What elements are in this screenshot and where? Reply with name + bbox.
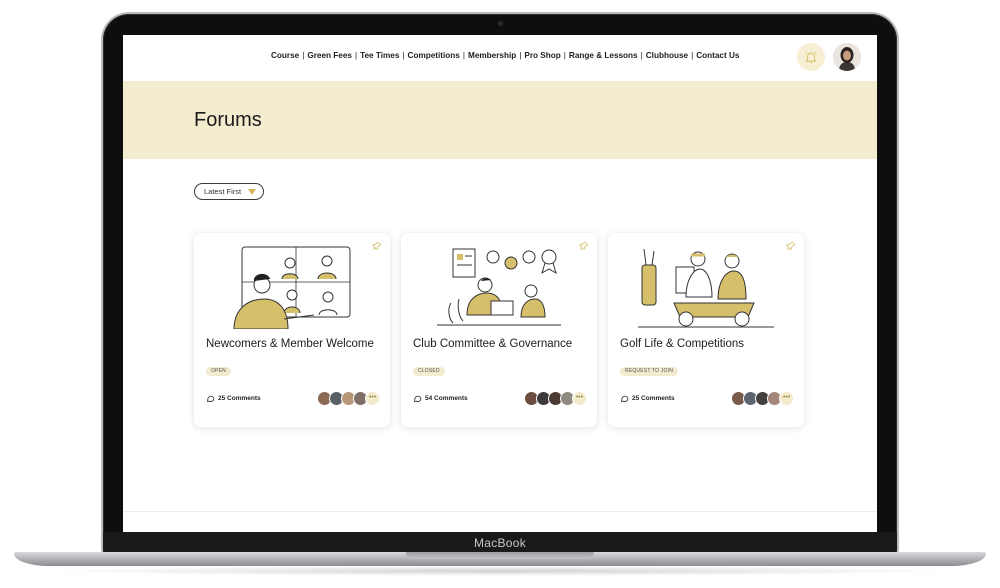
- video-meeting-illustration: [233, 246, 351, 329]
- comment-count[interactable]: 54 Comments: [413, 394, 468, 403]
- nav-separator: |: [302, 51, 305, 60]
- comment-count[interactable]: 25 Comments: [620, 394, 675, 403]
- nav-separator: |: [563, 51, 566, 60]
- comment-icon: [206, 395, 215, 402]
- avatar-image: [833, 43, 861, 71]
- laptop-shadow: [40, 566, 960, 576]
- nav-contact-us[interactable]: Contact Us: [696, 51, 739, 60]
- more-avatars-icon: •••: [572, 391, 587, 406]
- comment-count-label: 25 Comments: [632, 395, 675, 402]
- laptop-bezel-bottom: MacBook: [103, 532, 897, 554]
- forum-card-golf-life[interactable]: Golf Life & Competitions REQUEST TO JOIN…: [608, 233, 804, 427]
- nav-tee-times[interactable]: Tee Times: [360, 51, 399, 60]
- comment-count[interactable]: 25 Comments: [206, 394, 261, 403]
- laptop-notch: [406, 552, 594, 559]
- forum-card-newcomers[interactable]: Newcomers & Member Welcome OPEN 25 Comme…: [194, 233, 390, 427]
- nav-separator: |: [640, 51, 643, 60]
- notification-button[interactable]: [797, 43, 825, 71]
- nav-clubhouse[interactable]: Clubhouse: [646, 51, 688, 60]
- laptop-lid: Course | Green Fees | Tee Times | Compet…: [103, 14, 897, 554]
- nav-separator: |: [519, 51, 522, 60]
- nav-separator: |: [691, 51, 694, 60]
- laptop-screen: Course | Green Fees | Tee Times | Compet…: [123, 35, 877, 532]
- comment-icon: [413, 395, 422, 402]
- more-avatars-icon: •••: [779, 391, 794, 406]
- member-avatars[interactable]: •••: [524, 391, 587, 406]
- page-hero: Forums: [123, 81, 877, 159]
- committee-illustration: [437, 248, 561, 326]
- nav-green-fees[interactable]: Green Fees: [307, 51, 352, 60]
- forum-title[interactable]: Newcomers & Member Welcome: [206, 338, 374, 350]
- golf-cart-illustration: [638, 248, 774, 328]
- comment-count-label: 54 Comments: [425, 395, 468, 402]
- status-badge: CLOSED: [413, 367, 445, 376]
- device-brand-label: MacBook: [473, 536, 527, 550]
- nav-competitions[interactable]: Competitions: [408, 51, 460, 60]
- nav-separator: |: [354, 51, 358, 60]
- pin-icon[interactable]: [786, 241, 796, 251]
- bell-icon: [805, 52, 817, 63]
- nav-separator: |: [402, 51, 405, 60]
- pin-icon[interactable]: [579, 241, 589, 251]
- forum-title[interactable]: Golf Life & Competitions: [620, 338, 744, 350]
- page-title: Forums: [194, 109, 262, 131]
- main-nav: Course | Green Fees | Tee Times | Compet…: [271, 51, 739, 60]
- member-avatars[interactable]: •••: [731, 391, 794, 406]
- forum-title[interactable]: Club Committee & Governance: [413, 338, 572, 350]
- member-avatars[interactable]: •••: [317, 391, 380, 406]
- forum-card-committee[interactable]: Club Committee & Governance CLOSED 54 Co…: [401, 233, 597, 427]
- status-badge: REQUEST TO JOIN: [620, 367, 679, 376]
- comment-count-label: 25 Comments: [218, 395, 261, 402]
- sort-dropdown[interactable]: Latest First: [194, 183, 264, 200]
- sort-label: Latest First: [204, 187, 242, 196]
- pin-icon[interactable]: [372, 241, 382, 251]
- user-avatar[interactable]: [833, 43, 861, 71]
- caret-down-icon: [248, 189, 256, 195]
- camera: [498, 21, 503, 26]
- top-bar: Course | Green Fees | Tee Times | Compet…: [123, 35, 877, 81]
- nav-range-lessons[interactable]: Range & Lessons: [569, 51, 638, 60]
- comment-icon: [620, 395, 629, 402]
- status-badge: OPEN: [206, 367, 231, 376]
- nav-membership[interactable]: Membership: [468, 51, 516, 60]
- nav-pro-shop[interactable]: Pro Shop: [524, 51, 560, 60]
- footer-divider: [123, 511, 877, 512]
- nav-course[interactable]: Course: [271, 51, 299, 60]
- more-avatars-icon: •••: [365, 391, 380, 406]
- nav-separator: |: [462, 51, 465, 60]
